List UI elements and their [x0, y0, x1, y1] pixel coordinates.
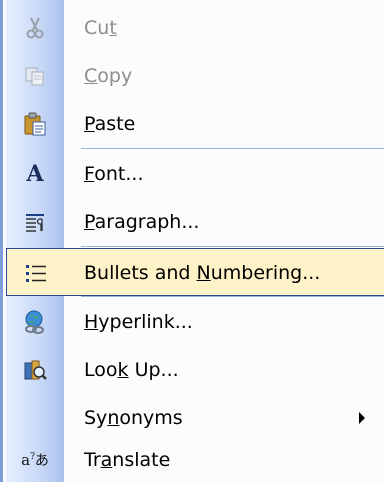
research-icon	[6, 346, 64, 394]
menu-item-look-up-label: Look Up...	[84, 359, 179, 381]
menu-item-paste-label: Paste	[84, 113, 136, 135]
menu-item-synonyms[interactable]: Synonyms	[6, 394, 384, 442]
menu-item-paragraph-label: Paragraph...	[84, 211, 200, 233]
paste-icon	[6, 100, 64, 148]
menu-separator	[81, 148, 384, 149]
bullets-icon	[7, 249, 65, 297]
translate-icon: a?あ	[21, 451, 49, 469]
copy-icon	[6, 52, 64, 100]
submenu-arrow-icon	[359, 412, 365, 424]
menu-item-cut-label: Cut	[84, 17, 117, 39]
menu-item-cut[interactable]: Cut	[6, 4, 384, 52]
menu-item-translate-label: Translate	[84, 449, 171, 471]
menu-separator	[81, 296, 384, 297]
paragraph-icon	[6, 198, 64, 246]
menu-item-copy-label: Copy	[84, 65, 133, 87]
menu-item-paste[interactable]: Paste	[6, 100, 384, 148]
font-icon: A	[26, 161, 44, 187]
scissors-icon	[6, 4, 64, 52]
hyperlink-icon	[6, 298, 64, 346]
menu-item-font[interactable]: A Font...	[6, 150, 384, 198]
menu-item-bullets-label: Bullets and Numbering...	[84, 262, 321, 284]
menu-item-hyperlink[interactable]: Hyperlink...	[6, 298, 384, 346]
menu-separator	[81, 246, 384, 247]
menu-item-bullets-and-numbering[interactable]: Bullets and Numbering...	[6, 248, 384, 296]
menu-item-font-label: Font...	[84, 163, 144, 185]
menu-item-paragraph[interactable]: Paragraph...	[6, 198, 384, 246]
menu-item-look-up[interactable]: Look Up...	[6, 346, 384, 394]
menu-item-translate[interactable]: a?あ Translate	[6, 436, 384, 484]
menu-item-hyperlink-label: Hyperlink...	[84, 311, 193, 333]
menu-item-copy[interactable]: Copy	[6, 52, 384, 100]
menu-item-synonyms-label: Synonyms	[84, 407, 183, 429]
context-menu: Cut Copy Paste A Font... Paragraph... Bu…	[0, 0, 384, 482]
